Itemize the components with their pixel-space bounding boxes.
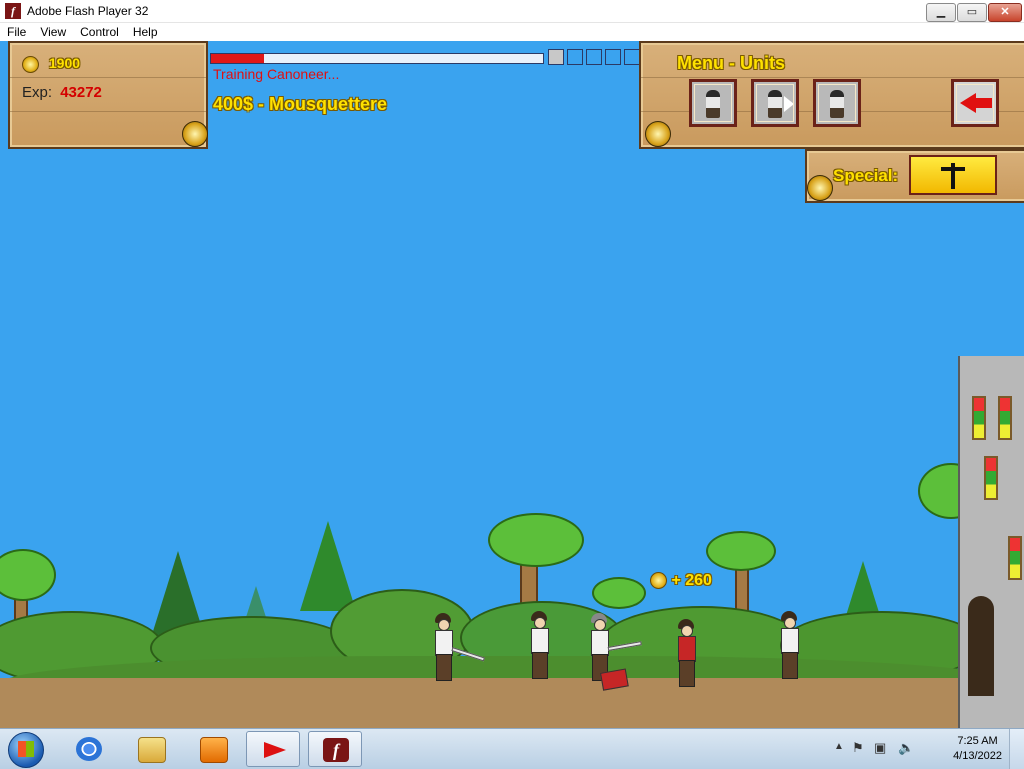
clock[interactable]: 7:25 AM 4/13/2022 <box>953 734 1002 764</box>
stained-glass-window <box>972 396 986 440</box>
menu-units-title: Menu - Units <box>677 53 785 73</box>
window-titlebar: f Adobe Flash Player 32 ▁ ▭ ✕ <box>0 0 1024 23</box>
castle-gate <box>968 596 994 696</box>
special-icon-arms <box>941 167 965 171</box>
training-queue-slot <box>586 49 602 65</box>
chrome-icon <box>76 737 102 761</box>
exp-value: 43272 <box>60 84 102 101</box>
system-tray: ▲ ⚑ ▣ 🔈 7:25 AM 4/13/2022 <box>834 729 1024 769</box>
menu-help[interactable]: Help <box>126 23 165 39</box>
tree-canopy <box>0 549 56 601</box>
gear-ornament-icon <box>807 175 833 201</box>
taskbar-pdf-reader[interactable] <box>246 731 300 767</box>
unit-mousquettere-button[interactable] <box>751 79 799 127</box>
taskbar-flash-player[interactable]: f <box>308 731 362 767</box>
window-title: Adobe Flash Player 32 <box>27 4 149 18</box>
special-panel: Special: <box>805 149 1024 203</box>
menu-file[interactable]: File <box>0 23 33 39</box>
dirt-ground <box>0 678 1024 728</box>
enemy-soldier <box>675 619 697 687</box>
action-center-flag-icon[interactable]: ⚑ <box>852 740 864 756</box>
flash-app-icon: f <box>5 3 21 19</box>
unit-swordsman-button[interactable] <box>689 79 737 127</box>
taskbar-media-player[interactable] <box>186 731 240 767</box>
canoneer-icon <box>830 90 844 118</box>
gold-reward-popup: + 260 <box>650 572 712 590</box>
menu-view[interactable]: View <box>33 23 73 39</box>
show-desktop-button[interactable] <box>1009 729 1024 769</box>
back-arrow-shaft <box>974 98 992 108</box>
enemy-castle <box>958 356 1024 728</box>
media-player-icon <box>200 737 228 763</box>
exp-display: Exp: 43272 <box>22 84 102 101</box>
menu-control[interactable]: Control <box>73 23 126 39</box>
gold-reward-text: + 260 <box>671 572 712 589</box>
flash-player-icon: f <box>323 738 349 762</box>
unit-cost-text: 400$ - Mousquettere <box>213 94 388 114</box>
maximize-button[interactable]: ▭ <box>957 3 987 22</box>
tree-canopy <box>706 531 776 571</box>
pine-tree <box>300 521 356 611</box>
special-attack-button[interactable] <box>909 155 997 195</box>
folder-icon <box>138 737 166 763</box>
training-status: Training Canoneer... <box>213 66 340 82</box>
unit-canoneer-button[interactable] <box>813 79 861 127</box>
minimize-button[interactable]: ▁ <box>926 3 956 22</box>
gold-coin-icon <box>22 55 39 73</box>
tree-canopy <box>592 577 646 609</box>
exp-label: Exp: <box>22 84 53 101</box>
soldier-mousquettere <box>778 611 800 679</box>
clock-date: 4/13/2022 <box>953 750 1002 762</box>
stained-glass-window <box>984 456 998 500</box>
mousquettere-icon <box>768 90 782 118</box>
stained-glass-window <box>1008 536 1022 580</box>
training-queue <box>548 49 643 65</box>
soldier-mousquettere <box>528 611 550 679</box>
soldier-swordsman <box>432 613 485 681</box>
network-icon[interactable]: ▣ <box>874 740 886 756</box>
swordsman-icon <box>706 90 720 118</box>
soldier-canoneer <box>588 613 642 681</box>
gear-ornament-icon <box>182 121 208 147</box>
taskbar: f ▲ ⚑ ▣ 🔈 7:25 AM 4/13/2022 <box>0 728 1024 769</box>
gold-coin-icon <box>650 572 667 590</box>
taskbar-explorer[interactable] <box>124 731 178 767</box>
close-button[interactable]: ✕ <box>988 3 1022 22</box>
mouse-cursor-icon <box>784 96 794 112</box>
windows-logo-icon <box>18 741 34 757</box>
tree-canopy <box>488 513 584 567</box>
training-queue-slot <box>567 49 583 65</box>
menu-bar: File View Control Help <box>0 23 1024 41</box>
units-menu-panel: Menu - Units <box>639 41 1024 149</box>
pdf-reader-icon <box>261 738 287 762</box>
gold-value: 1900 <box>48 55 81 71</box>
game-canvas[interactable]: 1900 Exp: 43272 Training Canoneer... 400… <box>0 41 1024 728</box>
training-progress-bar <box>210 53 544 64</box>
resources-panel: 1900 Exp: 43272 <box>8 41 208 149</box>
training-queue-slot <box>624 49 640 65</box>
training-progress-fill <box>211 54 265 63</box>
taskbar-chrome[interactable] <box>62 731 116 767</box>
training-queue-slot <box>548 49 564 65</box>
back-button[interactable] <box>951 79 999 127</box>
special-label: Special: <box>833 166 899 185</box>
back-arrow-icon <box>960 93 976 113</box>
gold-display: 1900 <box>22 55 80 73</box>
stained-glass-window <box>998 396 1012 440</box>
clock-time: 7:25 AM <box>957 735 998 747</box>
training-queue-slot <box>605 49 621 65</box>
start-button[interactable] <box>8 732 44 768</box>
volume-muted-icon[interactable]: 🔈 <box>898 740 914 756</box>
gear-ornament-icon <box>645 121 671 147</box>
show-hidden-icons[interactable]: ▲ <box>834 741 844 752</box>
